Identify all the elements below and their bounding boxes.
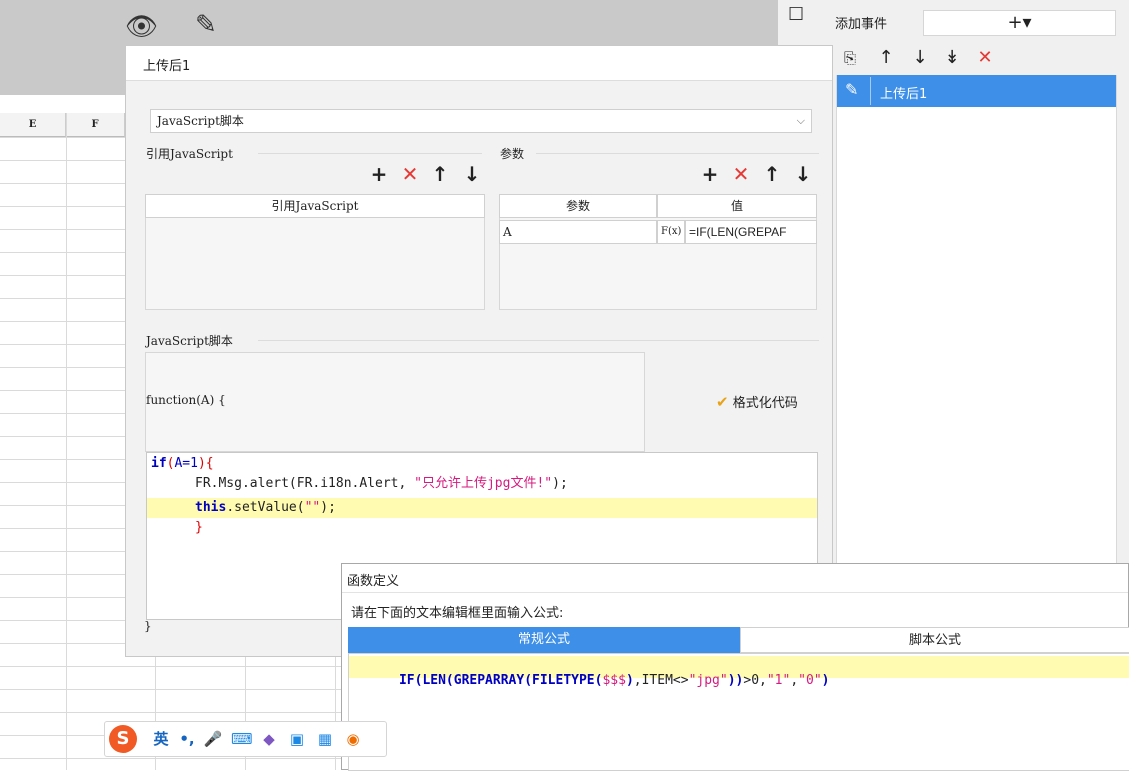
grid-row-line [0,666,341,667]
pencil-icon[interactable]: ✎ [195,10,217,40]
grid-row-line [0,436,125,437]
ime-toolbar: S 英 •, 🎤 ⌨ ◆ ▣ ▦ ◉ [104,721,387,757]
add-event-button[interactable]: +▾ [923,10,1116,36]
grid-row-line [0,482,125,483]
grid-row-line [0,689,341,690]
grid-row-line [0,344,125,345]
ime-mode-label[interactable]: 英 [151,728,171,750]
grid-col-line [66,113,67,770]
grid-row-line [0,643,125,644]
ref-down-icon[interactable]: ↓ [462,164,482,184]
grid-row-line [0,137,125,138]
fn-dialog-title: 函数定义 [347,574,400,589]
grid-row-line [0,183,125,184]
grid-row-line [0,574,125,575]
dialog-title: 上传后1 [143,59,191,74]
grid-row-line [0,551,125,552]
ref-section-separator [258,153,482,154]
event-type-value: JavaScript脚本 [157,114,244,128]
ref-table-header: 引用JavaScript [145,194,485,218]
sogou-logo-icon[interactable]: S [109,725,137,753]
grid-row-line [0,206,125,207]
move-bottom-icon[interactable]: ↡ [942,48,962,68]
code-line-3: this.setValue(""); [195,500,336,515]
code-line-4: } [195,520,203,535]
script-section-label: JavaScript脚本 [146,334,233,348]
copy-icon[interactable]: ⎘ [840,48,860,68]
broom-icon: ✔ [716,393,729,411]
event-list-item[interactable]: ✎ 上传后1 [837,75,1116,107]
grid-row-line [0,252,125,253]
tab-script-formula[interactable]: 脚本公式 [740,627,1129,653]
formula-text: IF(LEN(GREPARRAY(FILETYPE($$$),ITEM<>"jp… [398,673,830,688]
grid-row-line [0,620,125,621]
grid-row-line [0,321,125,322]
param-down-icon[interactable]: ↓ [793,164,813,184]
tab-regular-formula[interactable]: 常规公式 [348,627,740,653]
arrow-down-icon[interactable]: ↓ [910,48,930,68]
grid-row-line [0,367,125,368]
ref-add-icon[interactable]: + [369,164,389,184]
ref-up-icon[interactable]: ↑ [430,164,450,184]
format-code-label: 格式化代码 [732,396,798,411]
param-add-icon[interactable]: + [700,164,720,184]
grid-row-line [0,275,125,276]
param-section-label: 参数 [500,147,525,161]
formula-icon[interactable]: F(x) [657,220,685,244]
code-line-1: if(A=1){ [151,456,214,471]
dialog-title-bar: 上传后1 [126,46,832,81]
ref-delete-icon[interactable]: ✕ [400,164,420,184]
ref-section-label: 引用JavaScript [146,147,233,161]
script-section-separator [258,340,819,341]
grid-row-line [0,712,341,713]
event-type-select[interactable]: JavaScript脚本 ⌵ [150,109,812,133]
grid-row-line [0,160,125,161]
function-definition-dialog: 函数定义 请在下面的文本编辑框里面输入公式: 常规公式 脚本公式 IF(LEN(… [341,563,1129,771]
arrow-up-icon[interactable]: ↑ [876,48,896,68]
spreadsheet-grid [0,95,125,770]
grid-row-line [0,229,125,230]
param-section-separator [536,153,819,154]
param-up-icon[interactable]: ↑ [762,164,782,184]
grid-row-line [0,528,125,529]
grid-row-line [0,505,125,506]
apps-grid-icon[interactable]: ▦ [315,728,335,750]
frame-icon[interactable]: ☐ [788,4,804,25]
grid-row-line [0,758,341,759]
item-divider [870,77,871,105]
eye-slash-icon[interactable]: 👁 [125,12,158,42]
skin-icon[interactable]: ◆ [259,728,279,750]
param-value-cell[interactable]: =IF(LEN(GREPAF [685,220,817,244]
grid-row-line [0,413,125,414]
param-header-value: 值 [657,194,817,218]
microphone-icon[interactable]: 🎤 [203,728,223,750]
chevron-down-icon: ⌵ [796,114,805,127]
column-header-f[interactable]: F [66,113,125,137]
keyboard-icon[interactable]: ⌨ [231,728,253,750]
code-line-2: FR.Msg.alert(FR.i18n.Alert, "只允许上传jpg文件!… [195,476,568,491]
format-code-button[interactable]: ✔ 格式化代码 [716,392,798,411]
event-list [836,75,1117,575]
gamepad-icon[interactable]: ▣ [287,728,307,750]
param-delete-icon[interactable]: ✕ [731,164,751,184]
grid-row-line [0,390,125,391]
formula-editor[interactable]: IF(LEN(GREPARRAY(FILETYPE($$$),ITEM<>"jp… [348,653,1129,771]
column-header-e[interactable]: E [0,113,66,137]
grid-row-line [0,597,125,598]
param-name-cell[interactable]: A [499,220,657,244]
grid-row-line [0,298,125,299]
edit-icon: ✎ [845,80,859,99]
closing-brace: } [144,619,152,633]
add-event-label: 添加事件 [835,17,888,32]
grid-row-line [0,459,125,460]
fn-prompt: 请在下面的文本编辑框里面输入公式: [351,606,564,621]
function-signature: function(A) { [146,393,226,407]
event-item-label: 上传后1 [880,87,928,102]
delete-icon[interactable]: ✕ [975,48,995,68]
mascot-icon[interactable]: ◉ [343,728,363,750]
fn-title-separator [342,592,1128,593]
param-header-name: 参数 [499,194,657,218]
punctuation-icon[interactable]: •, [177,728,197,750]
